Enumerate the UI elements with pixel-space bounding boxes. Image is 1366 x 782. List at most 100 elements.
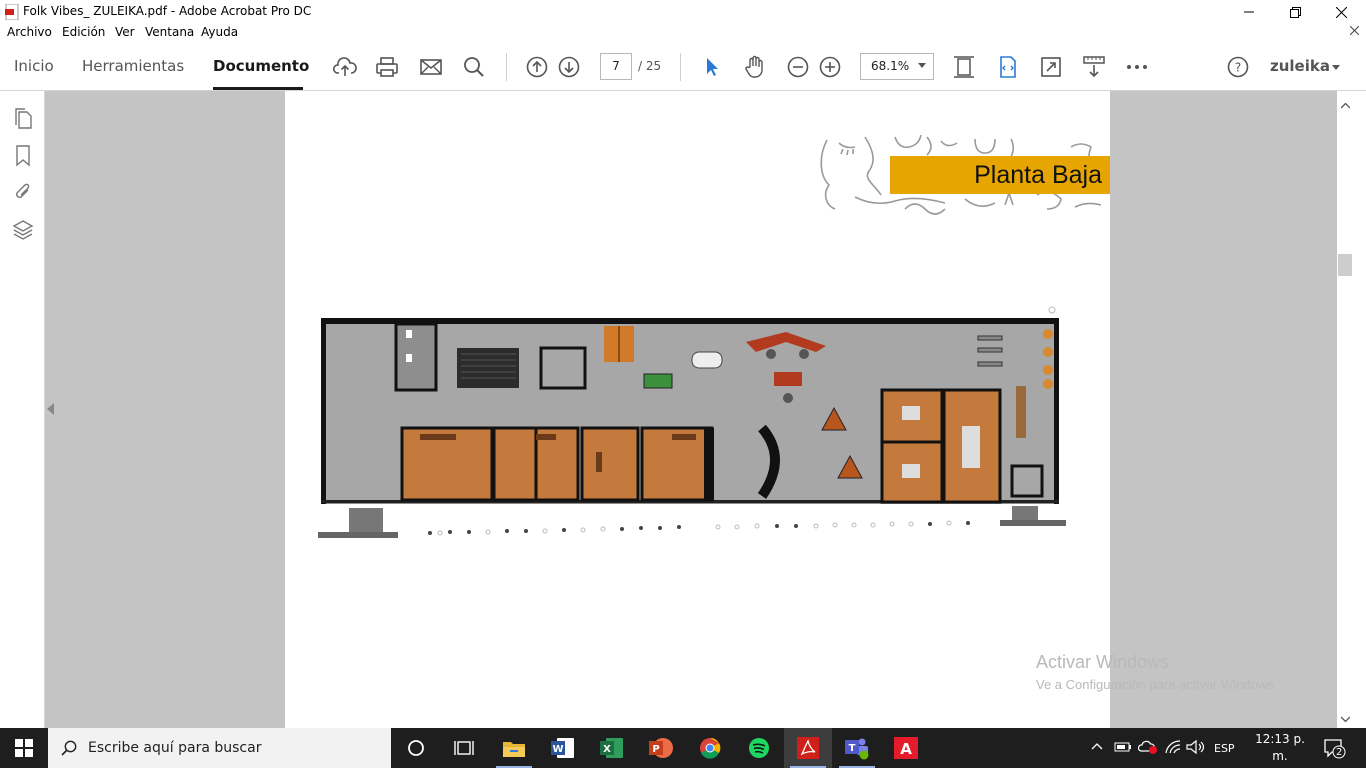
layers-icon: [12, 220, 34, 240]
input-language[interactable]: ESP: [1214, 728, 1235, 768]
page-thumbnails-button[interactable]: [11, 107, 35, 131]
printer-icon: [376, 57, 398, 77]
wifi-icon[interactable]: [1164, 739, 1182, 755]
zoom-out-button[interactable]: [785, 54, 811, 80]
spotify-icon: [749, 738, 769, 758]
acrobat-button[interactable]: [784, 728, 832, 768]
start-button[interactable]: [0, 728, 48, 768]
hand-tool-button[interactable]: [742, 54, 768, 80]
section-banner: Planta Baja: [890, 156, 1110, 194]
toolbar-separator: [506, 53, 507, 81]
menu-bar: Archivo Edición Ver Ventana Ayuda: [0, 24, 1366, 43]
battery-icon[interactable]: [1114, 741, 1132, 753]
upload-cloud-button[interactable]: [332, 54, 358, 80]
title-bar: Folk Vibes_ ZULEIKA.pdf - Adobe Acrobat …: [0, 0, 1366, 24]
chevron-down-icon[interactable]: [918, 63, 926, 68]
tab-inicio[interactable]: Inicio: [14, 57, 54, 75]
next-page-button[interactable]: [556, 54, 582, 80]
windows-logo-icon: [15, 739, 33, 757]
excel-button[interactable]: X: [588, 728, 636, 768]
svg-text:W: W: [552, 744, 563, 755]
menu-ver[interactable]: Ver: [115, 25, 135, 39]
scroll-down-icon[interactable]: [1341, 716, 1350, 722]
print-button[interactable]: [374, 54, 400, 80]
powerpoint-button[interactable]: P: [637, 728, 685, 768]
menu-ventana[interactable]: Ventana: [145, 25, 194, 39]
svg-text:A: A: [900, 740, 912, 758]
collapse-left-panel-icon[interactable]: [47, 403, 55, 415]
svg-text:X: X: [603, 744, 611, 755]
file-explorer-icon: [503, 742, 525, 757]
layers-button[interactable]: [11, 218, 35, 242]
word-icon: W: [551, 738, 574, 758]
search-button[interactable]: [461, 54, 487, 80]
cortana-icon: [408, 740, 424, 756]
chevron-up-icon[interactable]: [1091, 742, 1103, 750]
pages-icon: [15, 108, 32, 129]
zoom-in-button[interactable]: [817, 54, 843, 80]
menu-archivo[interactable]: Archivo: [7, 25, 52, 39]
svg-text:P: P: [652, 744, 659, 755]
toolbar: Inicio Herramientas Documento ?: [0, 43, 1366, 91]
banner-title: Planta Baja: [974, 161, 1102, 189]
word-button[interactable]: W: [539, 728, 587, 768]
window-title: Folk Vibes_ ZULEIKA.pdf - Adobe Acrobat …: [23, 4, 312, 18]
scroll-up-icon[interactable]: [1341, 103, 1350, 109]
chrome-button[interactable]: [686, 728, 734, 768]
select-tool-button[interactable]: [699, 54, 725, 80]
floor-plan-image: [318, 306, 1066, 538]
cortana-button[interactable]: [392, 728, 440, 768]
help-icon: ?: [1227, 56, 1249, 78]
close-icon: [1335, 6, 1347, 18]
file-explorer-button[interactable]: [490, 728, 538, 768]
minimize-button[interactable]: [1226, 0, 1272, 24]
autocad-button[interactable]: A: [882, 728, 930, 768]
fit-width-button[interactable]: [995, 54, 1021, 80]
full-screen-button[interactable]: [1038, 54, 1064, 80]
tab-herramientas[interactable]: Herramientas: [82, 57, 184, 75]
notification-center-icon[interactable]: [1323, 738, 1347, 760]
paperclip-icon: [16, 183, 30, 198]
menu-ayuda[interactable]: Ayuda: [201, 25, 238, 39]
page-fit-icon: [954, 56, 974, 78]
cursor-arrow-icon: [707, 58, 718, 76]
bookmarks-button[interactable]: [11, 144, 35, 168]
scroll-mode-button[interactable]: [951, 54, 977, 80]
email-button[interactable]: [418, 54, 444, 80]
envelope-icon: [420, 59, 442, 75]
onedrive-error-icon[interactable]: [1138, 739, 1158, 755]
more-icon: [1127, 65, 1147, 69]
activation-watermark-title: Activar Windows: [1036, 652, 1170, 672]
task-view-button[interactable]: [440, 728, 488, 768]
taskbar-search-box[interactable]: Escribe aquí para buscar: [48, 728, 391, 768]
windows-taskbar: Escribe aquí para buscar W X P T A ESP 1…: [0, 728, 1366, 780]
chevron-down-icon[interactable]: [1332, 65, 1340, 70]
expand-icon: [1041, 57, 1061, 77]
svg-text:T: T: [849, 743, 856, 754]
tab-documento[interactable]: Documento: [213, 57, 309, 75]
activation-watermark-text: Ve a Configuración para activar Windows.: [1036, 677, 1278, 692]
attachments-button[interactable]: [11, 180, 35, 204]
user-menu[interactable]: zuleika: [1270, 57, 1330, 75]
taskbar-search-placeholder: Escribe aquí para buscar: [88, 740, 262, 756]
volume-icon[interactable]: [1186, 739, 1206, 755]
maximize-button[interactable]: [1272, 0, 1318, 24]
arrow-up-circle-icon: [526, 56, 548, 78]
close-window-button[interactable]: [1318, 0, 1364, 24]
spotify-button[interactable]: [735, 728, 783, 768]
page-number-input[interactable]: 7: [600, 53, 632, 80]
help-button[interactable]: ?: [1225, 54, 1251, 80]
menu-edicion[interactable]: Edición: [62, 25, 105, 39]
read-mode-button[interactable]: [1081, 54, 1107, 80]
system-clock[interactable]: 12:13 p. m. 23/11/2020: [1248, 731, 1317, 782]
hand-icon: [745, 55, 763, 78]
more-tools-button[interactable]: [1124, 54, 1150, 80]
close-document-icon[interactable]: [1350, 26, 1359, 35]
acrobat-icon: [797, 737, 819, 759]
scrollbar-thumb[interactable]: [1338, 254, 1352, 276]
previous-page-button[interactable]: [524, 54, 550, 80]
vertical-scrollbar[interactable]: [1337, 91, 1366, 728]
teams-button[interactable]: T: [833, 728, 881, 768]
acrobat-file-icon: [5, 4, 19, 20]
task-view-icon: [454, 741, 474, 755]
